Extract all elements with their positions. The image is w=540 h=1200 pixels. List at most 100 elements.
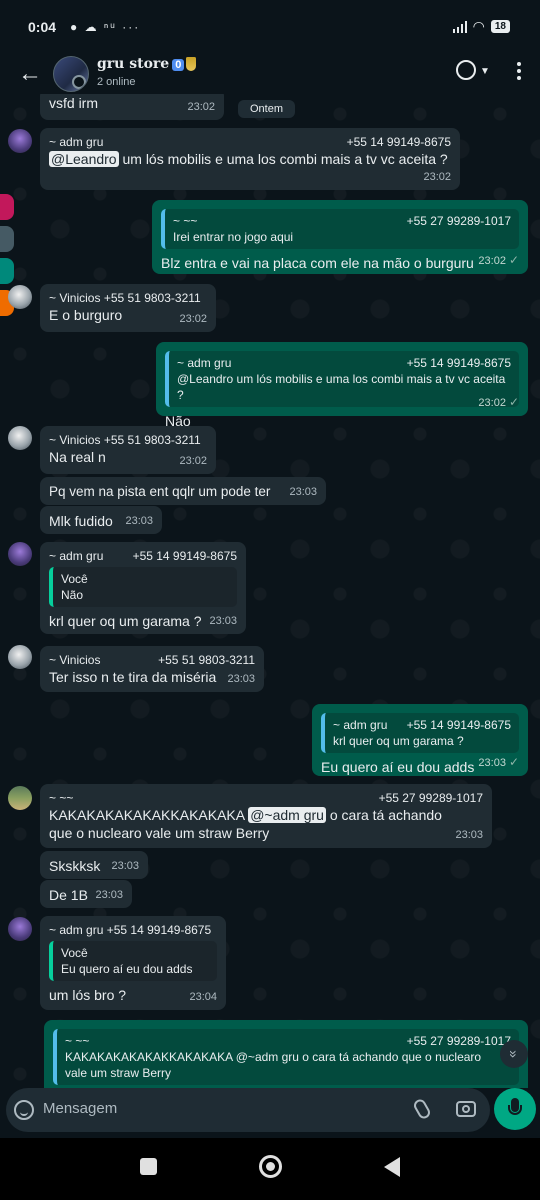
message-text: Pq vem na pista ent qqlr um pode ter xyxy=(49,484,271,499)
message-composer xyxy=(6,1088,490,1132)
message-incoming[interactable]: Mlk fudido 23:03 xyxy=(40,506,162,534)
message-incoming[interactable]: De 1B 23:03 xyxy=(40,880,132,908)
message-sender[interactable]: ~ Vinicios +55 51 9803-3211 xyxy=(49,290,207,306)
call-menu-button[interactable]: ▼ xyxy=(456,60,494,84)
message-outgoing[interactable]: ~ adm gru +55 14 99149-8675 @Leandro um … xyxy=(156,342,528,429)
mention[interactable]: @Leandro xyxy=(49,151,119,167)
message-incoming[interactable]: ~ ~~ +55 27 99289-1017 KAKAKAKAKAKAKKAKAK… xyxy=(40,784,492,848)
avatar[interactable] xyxy=(8,542,32,566)
sticker-icon[interactable] xyxy=(14,1100,34,1120)
quoted-message[interactable]: ~ ~~ +55 27 99289-1017 Irei entrar no jo… xyxy=(161,209,519,249)
message-sender[interactable]: ~ adm gru +55 14 99149-8675 xyxy=(49,134,451,150)
message-text: Não xyxy=(165,413,191,429)
chevron-down-icon: ▼ xyxy=(480,66,490,77)
message-incoming[interactable]: ~ adm gru +55 14 99149-8675 Você Eu quer… xyxy=(40,916,226,1010)
quote-sender: Você xyxy=(61,946,88,960)
more-options-icon[interactable] xyxy=(512,62,526,82)
message-time: 23:03 xyxy=(289,486,317,498)
date-chip: Ontem xyxy=(238,100,296,118)
status-time: 0:04 xyxy=(28,19,57,35)
chat-area[interactable]: vsfd irm 23:02 Ontem ~ adm gru +55 14 991… xyxy=(0,94,540,1088)
nav-back-icon[interactable] xyxy=(384,1157,400,1177)
quoted-message[interactable]: ~ adm gru +55 14 99149-8675 @Leandro um … xyxy=(165,351,519,407)
sent-check-icon: ✓ xyxy=(508,253,519,267)
message-time: 23:02 xyxy=(187,101,215,113)
time-text: 23:03 xyxy=(478,757,506,769)
quote-text: Irei entrar no jogo aqui xyxy=(173,230,294,244)
quote-text: @Leandro um lós mobilis e uma los combi … xyxy=(177,372,506,402)
message-incoming[interactable]: ~ Vinicios +55 51 9803-3211 E o burguro … xyxy=(40,284,216,332)
sender-name: ~ adm gru xyxy=(49,549,104,563)
message-outgoing[interactable]: ~ ~~ +55 27 99289-1017 Irei entrar no jo… xyxy=(152,200,528,274)
sender-name: ~ adm gru xyxy=(49,135,104,149)
message-sender[interactable]: ~ Vinicios +55 51 9803-3211 xyxy=(49,432,207,448)
back-arrow-icon[interactable]: ← xyxy=(18,60,42,88)
system-nav-bar xyxy=(0,1138,540,1200)
call-icon xyxy=(456,60,476,80)
message-text: Ter isso n te tira da miséria xyxy=(49,669,217,685)
avatar[interactable] xyxy=(8,786,32,810)
group-title[interactable]: gru store 0 xyxy=(97,56,197,72)
mic-button[interactable] xyxy=(494,1088,536,1130)
avatar[interactable] xyxy=(8,645,32,669)
message-time: 23:03 xyxy=(227,673,255,685)
message-outgoing[interactable]: ~ ~~ +55 27 99289-1017 KAKAKAKAKAKAKKAKA… xyxy=(44,1020,528,1088)
message-incoming[interactable]: ~ adm gru +55 14 99149-8675 @Leandro um l… xyxy=(40,128,460,190)
sender-phone: +55 51 9803-3211 xyxy=(103,433,201,447)
camera-icon[interactable] xyxy=(456,1101,476,1117)
message-incoming[interactable]: ~ adm gru +55 14 99149-8675 Você Não krl … xyxy=(40,542,246,634)
message-body: um lós mobilis e uma los combi mais a tv… xyxy=(118,151,448,167)
mention[interactable]: @~adm gru xyxy=(248,807,326,823)
message-sender[interactable]: ~ adm gru +55 14 99149-8675 xyxy=(49,548,237,564)
sender-name: ~ Vinicios xyxy=(49,433,101,447)
message-incoming[interactable]: ~ Vinicios +55 51 9803-3211 Ter isso n te… xyxy=(40,646,264,692)
message-sender[interactable]: ~ ~~ +55 27 99289-1017 xyxy=(49,790,483,806)
time-text: 23:02 xyxy=(478,397,506,409)
quote-phone: +55 27 99289-1017 xyxy=(406,1034,511,1048)
quote-phone: +55 14 99149-8675 xyxy=(406,356,511,370)
quoted-message[interactable]: Você Não xyxy=(49,567,237,607)
sent-check-icon: ✓ xyxy=(508,395,519,409)
quote-text: Não xyxy=(61,588,84,602)
message-time: 23:03 xyxy=(125,515,153,527)
message-time: 23:02 xyxy=(179,455,207,467)
avatar[interactable] xyxy=(8,917,32,941)
quote-text: Eu quero aí eu dou adds xyxy=(61,962,193,976)
sender-phone: +55 27 99289-1017 xyxy=(378,791,483,805)
sender-phone: +55 14 99149-8675 xyxy=(346,135,451,149)
wifi-icon: ◠ xyxy=(472,18,485,34)
message-sender[interactable]: ~ adm gru +55 14 99149-8675 xyxy=(49,922,217,938)
avatar[interactable] xyxy=(8,129,32,153)
message-text: @Leandro um lós mobilis e uma los combi … xyxy=(49,150,451,168)
message-outgoing[interactable]: ~ adm gru +55 14 99149-8675 krl quer oq … xyxy=(312,704,528,776)
group-avatar[interactable] xyxy=(53,56,89,92)
quoted-message[interactable]: Você Eu quero aí eu dou adds xyxy=(49,941,217,981)
message-time: 23:02 ✓ xyxy=(478,393,519,412)
sender-name: ~ adm gru xyxy=(49,923,104,937)
message-time: 23:03 xyxy=(111,860,139,872)
group-name: gru store xyxy=(97,56,170,72)
message-input[interactable] xyxy=(43,1100,403,1117)
sender-phone: +55 51 9803-3211 xyxy=(103,291,201,305)
message-time: 23:04 xyxy=(189,991,217,1003)
scroll-down-button[interactable]: » xyxy=(500,1040,528,1068)
sender-name: ~ ~~ xyxy=(49,791,74,805)
quoted-message[interactable]: ~ adm gru +55 14 99149-8675 krl quer oq … xyxy=(321,713,519,753)
sender-name: ~ Vinicios xyxy=(49,653,101,667)
message-incoming[interactable]: vsfd irm 23:02 xyxy=(40,94,224,120)
quote-text: krl quer oq um garama ? xyxy=(333,734,464,748)
message-incoming[interactable]: Pq vem na pista ent qqlr um pode ter 23:… xyxy=(40,477,326,505)
home-icon[interactable] xyxy=(259,1155,282,1178)
message-time: 23:03 xyxy=(95,889,123,901)
group-badge: 0 xyxy=(172,59,185,71)
avatar[interactable] xyxy=(8,426,32,450)
quoted-message[interactable]: ~ ~~ +55 27 99289-1017 KAKAKAKAKAKAKKAKA… xyxy=(53,1029,519,1085)
message-incoming[interactable]: Skskksk 23:03 xyxy=(40,851,148,879)
message-time: 23:02 ✓ xyxy=(478,251,519,270)
recents-icon[interactable] xyxy=(140,1158,157,1175)
avatar[interactable] xyxy=(8,285,32,309)
message-incoming[interactable]: ~ Vinicios +55 51 9803-3211 Na real n 23… xyxy=(40,426,216,474)
message-sender[interactable]: ~ Vinicios +55 51 9803-3211 xyxy=(49,652,255,668)
attach-icon[interactable] xyxy=(411,1097,433,1121)
message-time: 23:02 xyxy=(423,171,451,183)
